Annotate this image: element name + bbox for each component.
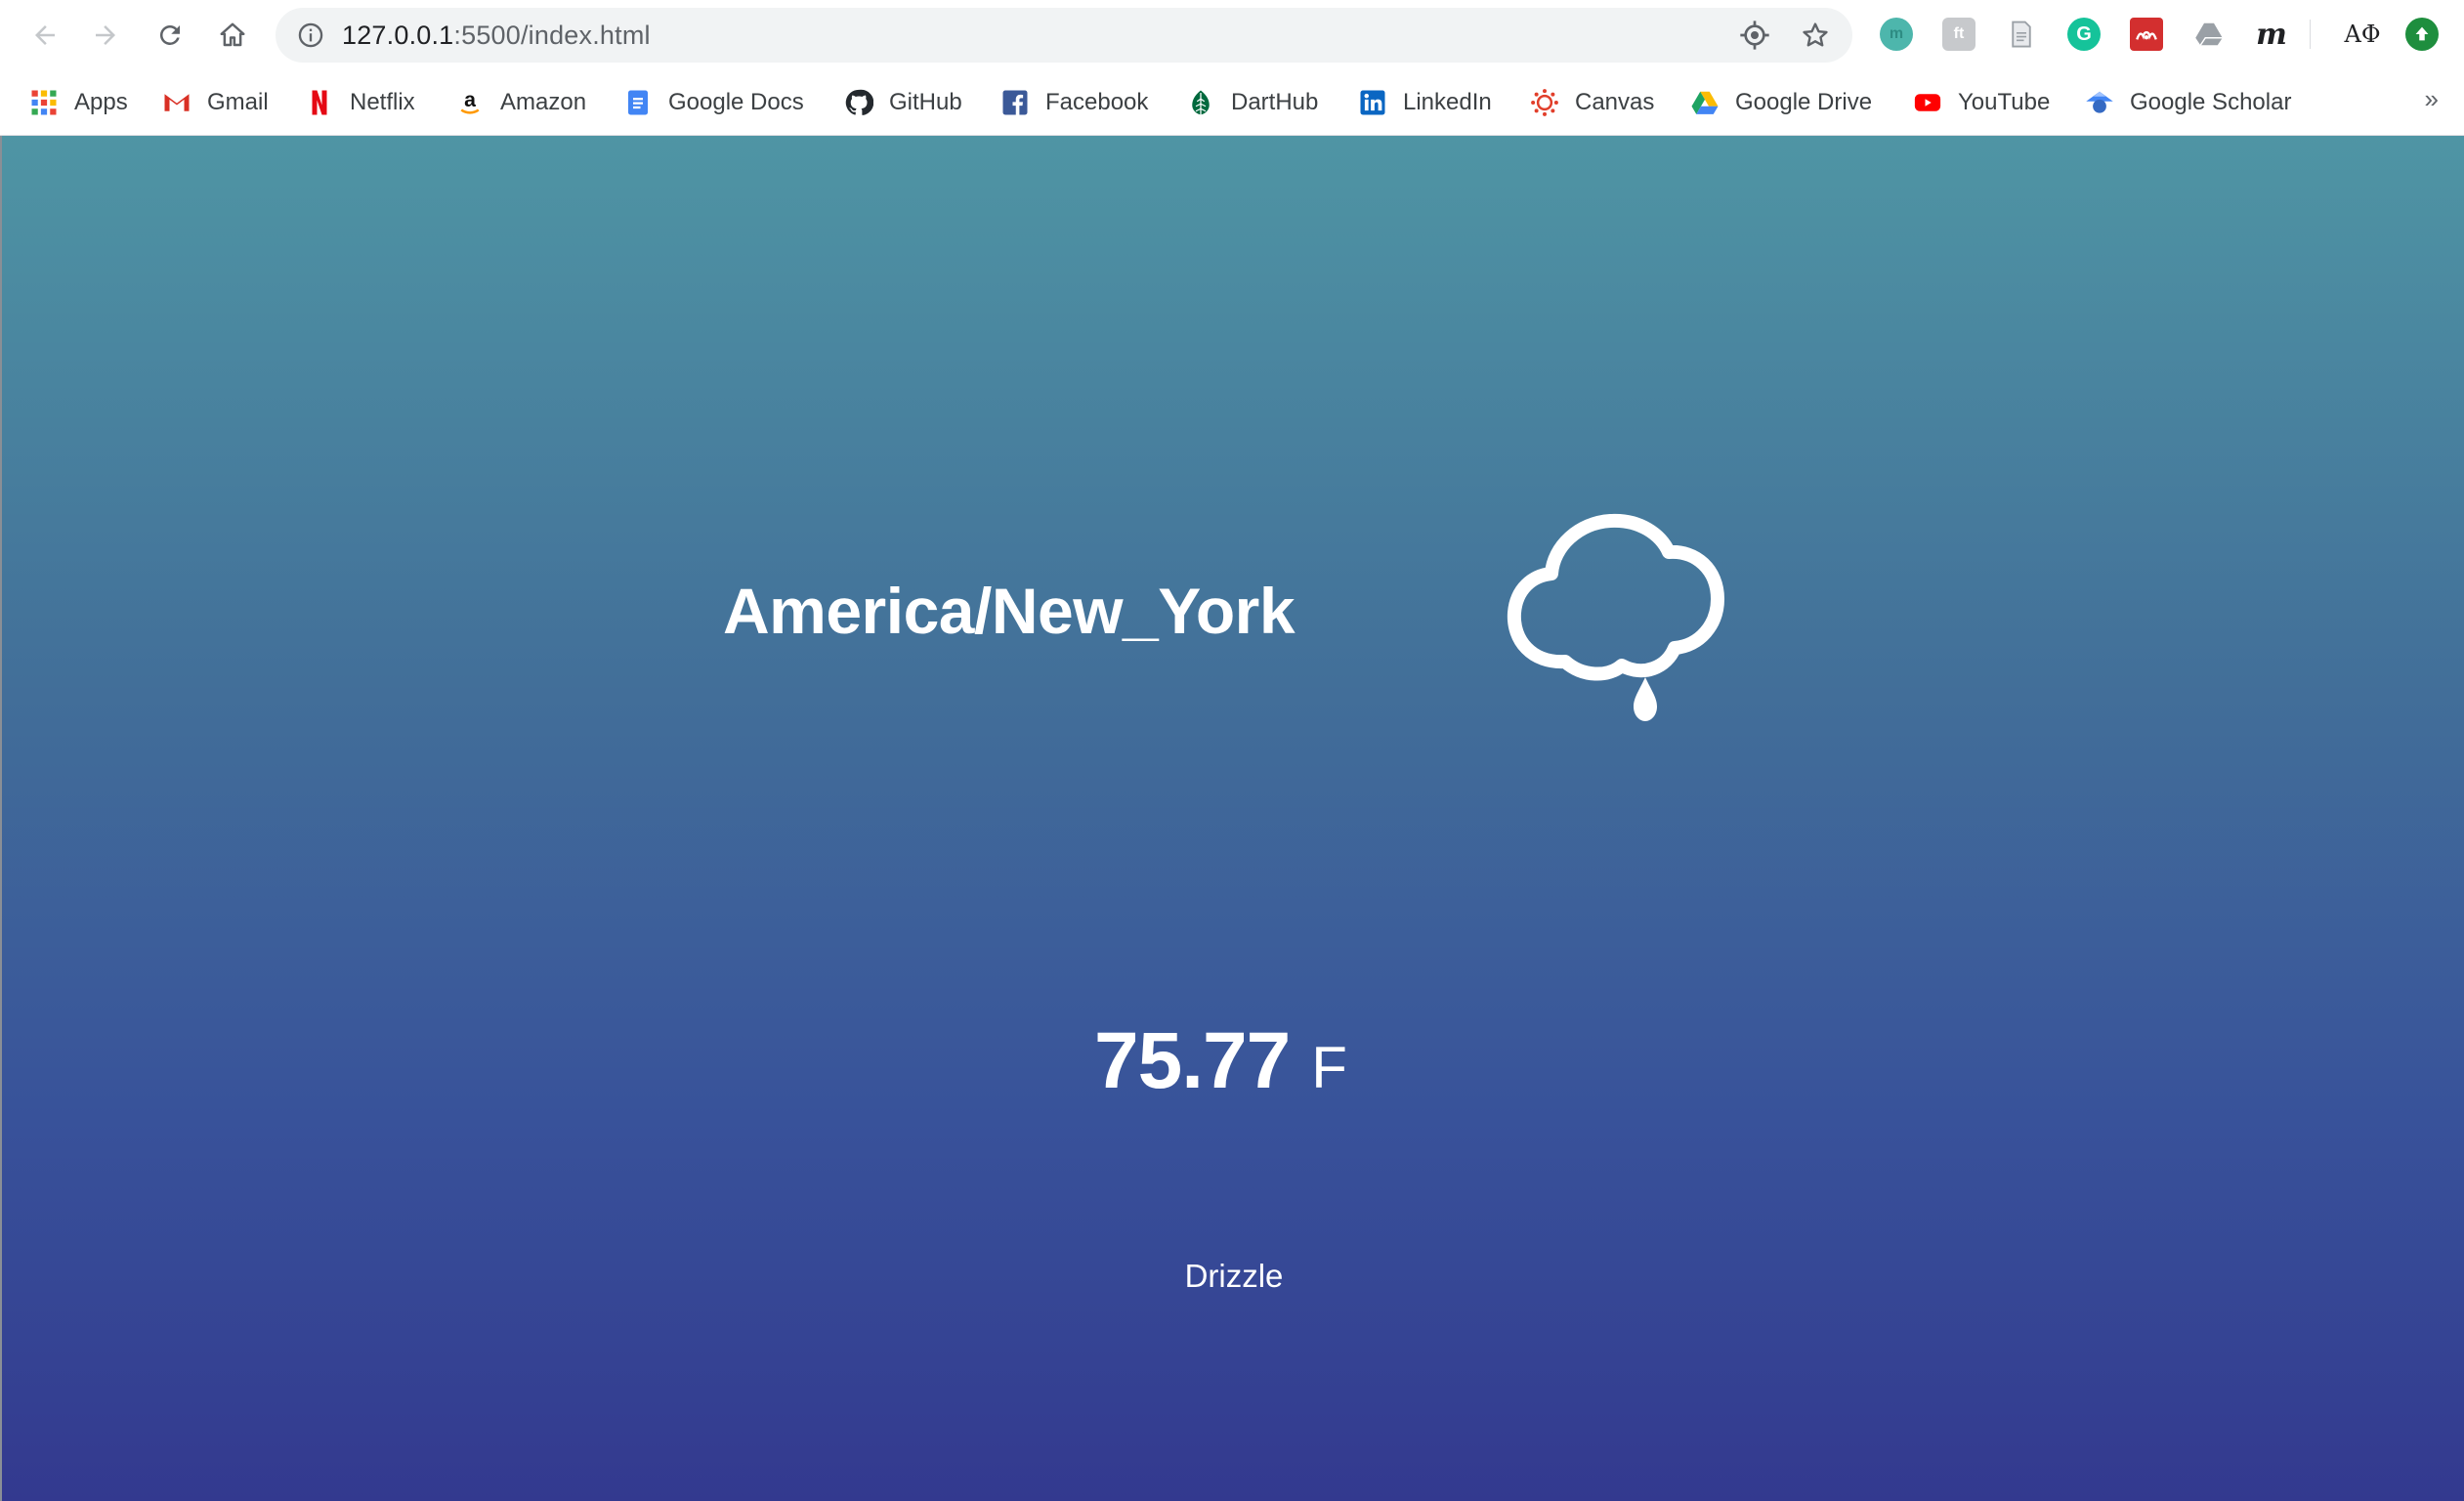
google-scholar-icon [2085, 88, 2114, 117]
bookmark-youtube[interactable]: YouTube [1913, 82, 2050, 123]
bookmark-label: DartHub [1231, 89, 1319, 115]
drive-gray-icon [2195, 22, 2223, 46]
bookmark-amazon[interactable]: a Amazon [455, 82, 586, 123]
bookmark-apps[interactable]: Apps [29, 82, 128, 123]
bookmark-label: GitHub [889, 89, 962, 115]
extension-grammarly-icon[interactable]: G [2067, 18, 2101, 51]
back-button[interactable] [21, 12, 68, 59]
home-icon [220, 22, 245, 47]
temperature-description: Drizzle [1184, 1258, 1284, 1294]
extension-alpha-phi-label: ΑΦ [2344, 21, 2381, 48]
svg-text:a: a [464, 88, 476, 111]
star-icon[interactable] [1800, 20, 1831, 51]
amazon-icon: a [455, 88, 485, 117]
reload-icon [159, 24, 180, 45]
bookmark-label: Netflix [350, 89, 415, 115]
url-host: 127.0.0.1 [342, 21, 454, 50]
mendeley-icon [2136, 30, 2157, 40]
extension-ft-label: ft [1953, 25, 1965, 42]
bookmark-label: Google Drive [1735, 89, 1873, 115]
temperature-degree: 75.77 [1094, 1016, 1291, 1105]
darthub-icon [1186, 88, 1215, 117]
extension-g-label: G [2076, 22, 2092, 45]
toolbar-divider [2310, 20, 2311, 49]
extension-mendeley-icon[interactable] [2130, 18, 2163, 51]
bookmark-label: Apps [74, 89, 128, 115]
bookmarks-overflow-button[interactable]: » [2425, 84, 2439, 114]
bookmark-canvas[interactable]: Canvas [1530, 82, 1654, 123]
address-bar[interactable]: 127.0.0.1:5500/index.html [276, 8, 1852, 63]
url-text[interactable]: 127.0.0.1:5500/index.html [342, 8, 651, 63]
github-icon [844, 88, 873, 117]
browser-toolbar: 127.0.0.1:5500/index.html m ft G m ΑΦ [0, 0, 2464, 70]
update-button[interactable] [2405, 18, 2439, 51]
bookmark-label: Amazon [500, 89, 587, 115]
bookmark-google-scholar[interactable]: Google Scholar [2085, 82, 2291, 123]
location-timezone: America/New_York [723, 575, 1296, 647]
bookmark-label: LinkedIn [1403, 89, 1492, 115]
youtube-icon [1913, 88, 1942, 117]
apps-grid-icon [29, 88, 59, 117]
gmail-icon [162, 88, 191, 117]
linkedin-icon [1358, 88, 1387, 117]
netflix-icon [305, 88, 334, 117]
bookmark-google-drive[interactable]: Google Drive [1690, 82, 1872, 123]
reload-button[interactable] [147, 12, 193, 59]
bookmark-label: Google Docs [668, 89, 804, 115]
extension-drive-icon[interactable] [2192, 18, 2226, 51]
extension-ft-icon[interactable]: ft [1942, 18, 1975, 51]
bookmark-label: Gmail [207, 89, 269, 115]
arrow-left-icon [35, 25, 55, 45]
bookmark-gmail[interactable]: Gmail [162, 82, 269, 123]
bookmarks-bar: Apps Gmail Netflix a Amazon Google Docs … [0, 70, 2464, 136]
extension-alpha-phi-icon[interactable]: ΑΦ [2339, 18, 2386, 51]
extension-m-icon[interactable]: m [1880, 18, 1913, 51]
bookmark-netflix[interactable]: Netflix [305, 82, 415, 123]
weather-page: America/New_York 75.77 F Drizzle [2, 136, 2464, 1501]
home-button[interactable] [209, 12, 256, 59]
forward-button[interactable] [82, 12, 129, 59]
bookmark-label: Facebook [1045, 89, 1149, 115]
location-target-icon[interactable] [1739, 20, 1770, 51]
arrow-right-icon [96, 25, 115, 45]
document-icon [2012, 21, 2031, 48]
facebook-icon [1000, 88, 1030, 117]
extension-medium-label: m [2256, 17, 2287, 52]
cloud-drizzle-icon [1507, 513, 1724, 721]
url-path: :5500/index.html [453, 21, 651, 50]
info-icon[interactable] [297, 21, 324, 49]
extension-doc-icon[interactable] [2005, 18, 2038, 51]
bookmark-label: Canvas [1575, 89, 1655, 115]
bookmark-facebook[interactable]: Facebook [1000, 82, 1148, 123]
extension-medium-icon[interactable]: m [2255, 17, 2288, 52]
arrow-up-icon [2415, 26, 2429, 41]
temperature: 75.77 F [1094, 1015, 1347, 1123]
bookmark-label: Google Scholar [2130, 89, 2292, 115]
bookmark-linkedin[interactable]: LinkedIn [1358, 82, 1492, 123]
google-drive-icon [1690, 88, 1720, 117]
bookmark-darthub[interactable]: DartHub [1186, 82, 1318, 123]
bookmark-github[interactable]: GitHub [844, 82, 962, 123]
extension-m-label: m [1889, 25, 1904, 42]
temperature-unit: F [1311, 1035, 1347, 1100]
bookmark-google-docs[interactable]: Google Docs [623, 82, 804, 123]
google-docs-icon [623, 88, 653, 117]
canvas-icon [1530, 88, 1559, 117]
bookmark-label: YouTube [1958, 89, 2051, 115]
